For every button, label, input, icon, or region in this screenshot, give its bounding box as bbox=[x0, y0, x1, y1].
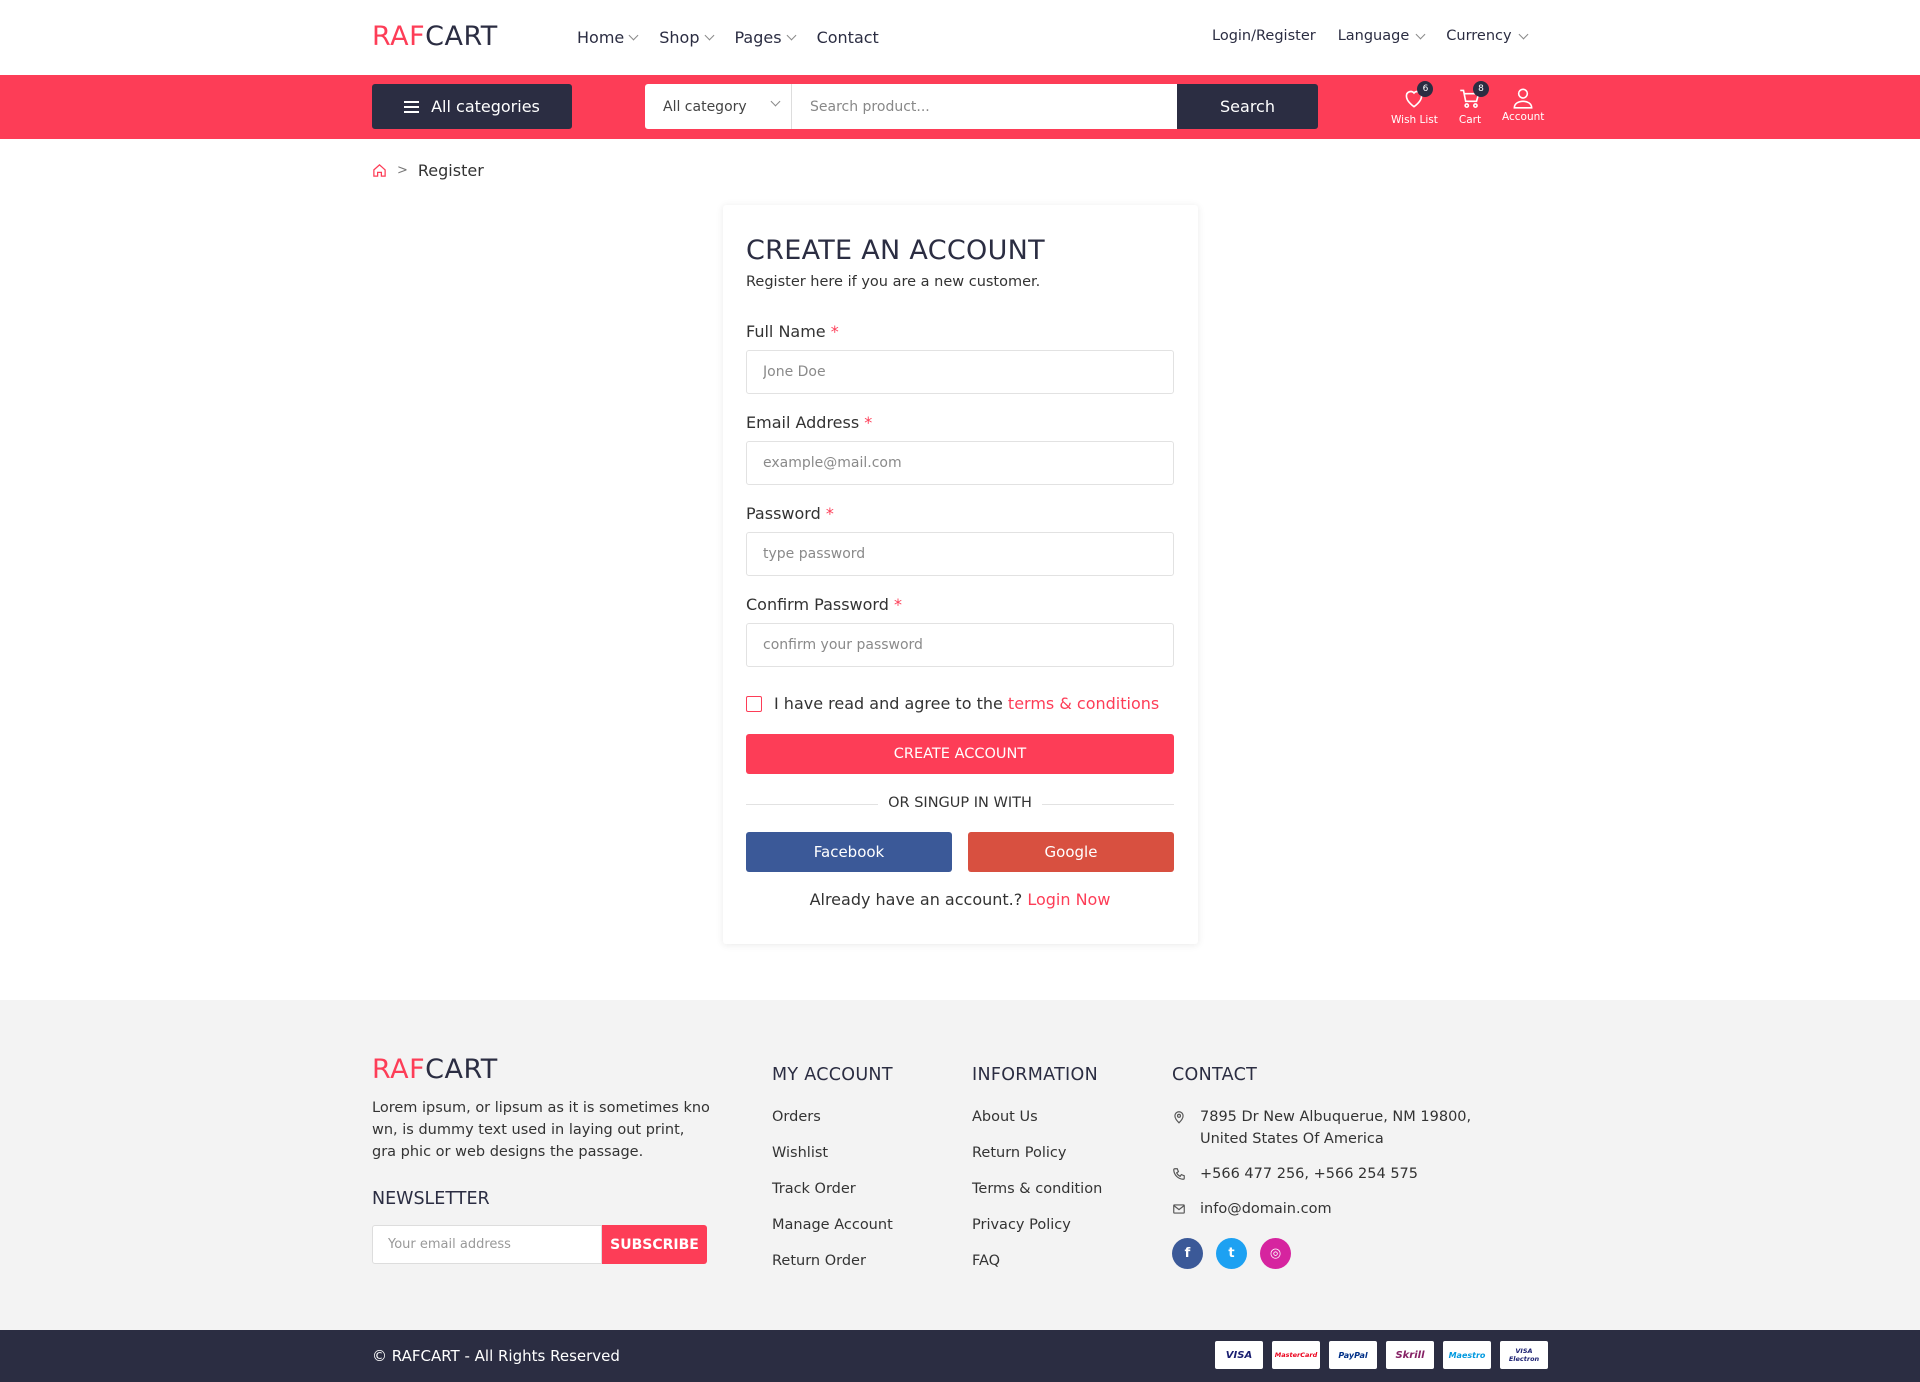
skrill-icon: Skrill bbox=[1386, 1341, 1434, 1369]
email-label: Email Address * bbox=[746, 413, 873, 432]
my-account-list: Orders Wishlist Track Order Manage Accou… bbox=[772, 1109, 893, 1289]
phone-icon bbox=[1173, 1168, 1185, 1180]
register-card: CREATE AN ACCOUNT Register here if you a… bbox=[723, 205, 1198, 944]
search-bar: All categories All category Search 6 Wis… bbox=[0, 75, 1920, 139]
or-divider: OR SINGUP IN WITH bbox=[746, 795, 1174, 815]
agree-row: I have read and agree to the terms & con… bbox=[746, 694, 1159, 713]
cart-count-badge: 8 bbox=[1473, 81, 1489, 97]
facebook-icon[interactable]: f bbox=[1172, 1238, 1203, 1269]
information-heading: INFORMATION bbox=[972, 1065, 1098, 1085]
my-account-heading: MY ACCOUNT bbox=[772, 1065, 893, 1085]
information-list: About Us Return Policy Terms & condition… bbox=[972, 1109, 1102, 1289]
footer-link-track-order[interactable]: Track Order bbox=[772, 1181, 893, 1217]
home-icon[interactable] bbox=[372, 163, 387, 178]
cart-link[interactable]: 8 Cart bbox=[1457, 81, 1489, 126]
newsletter-title: NEWSLETTER bbox=[372, 1189, 490, 1209]
footer-link-terms[interactable]: Terms & condition bbox=[972, 1181, 1102, 1217]
wishlist-link[interactable]: 6 Wish List bbox=[1391, 81, 1438, 126]
fullname-input[interactable] bbox=[746, 350, 1174, 394]
account-link[interactable]: Account bbox=[1502, 85, 1544, 123]
agree-text: I have read and agree to the terms & con… bbox=[774, 694, 1160, 713]
map-pin-icon bbox=[1174, 1111, 1184, 1124]
google-signup-button[interactable]: Google bbox=[968, 832, 1174, 872]
footer-link-return-order[interactable]: Return Order bbox=[772, 1253, 893, 1289]
chevron-down-icon bbox=[770, 96, 781, 107]
chevron-down-icon bbox=[704, 30, 714, 41]
menu-icon bbox=[404, 100, 420, 113]
footer-link-return-policy[interactable]: Return Policy bbox=[972, 1145, 1102, 1181]
footer-link-manage-account[interactable]: Manage Account bbox=[772, 1217, 893, 1253]
logo[interactable]: RAFCART bbox=[372, 21, 498, 52]
terms-link[interactable]: terms & conditions bbox=[1008, 694, 1159, 713]
chevron-right-icon: > bbox=[397, 163, 408, 178]
nav-contact[interactable]: Contact bbox=[817, 28, 879, 47]
language-dropdown[interactable]: Language bbox=[1338, 28, 1426, 44]
currency-dropdown[interactable]: Currency bbox=[1446, 28, 1529, 44]
breadcrumb: > Register bbox=[372, 161, 484, 180]
footer: RAFCART Lorem ipsum, or lipsum as it is … bbox=[0, 1000, 1920, 1330]
paypal-icon: PayPal bbox=[1329, 1341, 1377, 1369]
footer-description: Lorem ipsum, or lipsum as it is sometime… bbox=[372, 1100, 710, 1160]
facebook-signup-button[interactable]: Facebook bbox=[746, 832, 952, 872]
all-categories-button[interactable]: All categories bbox=[372, 84, 572, 129]
footer-link-privacy-policy[interactable]: Privacy Policy bbox=[972, 1217, 1102, 1253]
nav-pages[interactable]: Pages bbox=[735, 28, 797, 47]
copyright: © RAFCART - All Rights Reserved bbox=[372, 1347, 620, 1365]
footer-link-orders[interactable]: Orders bbox=[772, 1109, 893, 1145]
mail-icon bbox=[1173, 1204, 1185, 1214]
footer-link-about-us[interactable]: About Us bbox=[972, 1109, 1102, 1145]
instagram-icon[interactable]: ◎ bbox=[1260, 1238, 1291, 1269]
form-subtitle: Register here if you are a new customer. bbox=[746, 274, 1041, 290]
password-label: Password * bbox=[746, 504, 834, 523]
footer-link-wishlist[interactable]: Wishlist bbox=[772, 1145, 893, 1181]
email-input[interactable] bbox=[746, 441, 1174, 485]
create-account-button[interactable]: CREATE ACCOUNT bbox=[746, 734, 1174, 774]
contact-heading: CONTACT bbox=[1172, 1065, 1258, 1085]
contact-address: 7895 Dr New Albuquerue, NM 19800, United… bbox=[1172, 1106, 1482, 1150]
chevron-down-icon bbox=[628, 30, 639, 41]
footer-logo[interactable]: RAFCART bbox=[372, 1054, 498, 1085]
mastercard-icon: MasterCard bbox=[1272, 1341, 1320, 1369]
top-header: RAFCART Home Shop Pages Contact Login/Re… bbox=[0, 0, 1920, 75]
chevron-down-icon bbox=[786, 30, 797, 41]
visa-electron-icon: VISA Electron bbox=[1500, 1341, 1548, 1369]
footer-link-faq[interactable]: FAQ bbox=[972, 1253, 1102, 1289]
twitter-icon[interactable]: t bbox=[1216, 1238, 1247, 1269]
login-now-link[interactable]: Login Now bbox=[1027, 890, 1110, 909]
main-nav: Home Shop Pages Contact bbox=[577, 28, 879, 47]
nav-home[interactable]: Home bbox=[577, 28, 639, 47]
page-title: CREATE AN ACCOUNT bbox=[746, 235, 1045, 266]
newsletter-email-input[interactable] bbox=[372, 1225, 602, 1264]
contact-email: info@domain.com bbox=[1172, 1198, 1332, 1220]
nav-shop[interactable]: Shop bbox=[659, 28, 714, 47]
search-input[interactable] bbox=[791, 84, 1177, 129]
top-right-links: Login/Register Language Currency bbox=[1212, 28, 1529, 44]
visa-icon: VISA bbox=[1215, 1341, 1263, 1369]
user-icon bbox=[1513, 88, 1533, 109]
subscribe-button[interactable]: SUBSCRIBE bbox=[602, 1225, 707, 1264]
fullname-label: Full Name * bbox=[746, 322, 839, 341]
wishlist-count-badge: 6 bbox=[1417, 81, 1434, 97]
agree-checkbox[interactable] bbox=[746, 695, 762, 712]
login-prompt: Already have an account.? Login Now bbox=[809, 890, 1111, 909]
bottom-bar: © RAFCART - All Rights Reserved VISA Mas… bbox=[0, 1330, 1920, 1382]
category-select[interactable]: All category bbox=[645, 84, 791, 129]
contact-phone: +566 477 256, +566 254 575 bbox=[1172, 1163, 1418, 1185]
search-button[interactable]: Search bbox=[1177, 84, 1318, 129]
maestro-icon: Maestro bbox=[1443, 1341, 1491, 1369]
breadcrumb-current: Register bbox=[417, 161, 484, 180]
confirm-password-label: Confirm Password * bbox=[746, 595, 902, 614]
password-input[interactable] bbox=[746, 532, 1174, 576]
login-register-link[interactable]: Login/Register bbox=[1212, 28, 1316, 44]
confirm-password-input[interactable] bbox=[746, 623, 1174, 667]
chevron-down-icon bbox=[1518, 29, 1529, 39]
chevron-down-icon bbox=[1415, 29, 1426, 39]
